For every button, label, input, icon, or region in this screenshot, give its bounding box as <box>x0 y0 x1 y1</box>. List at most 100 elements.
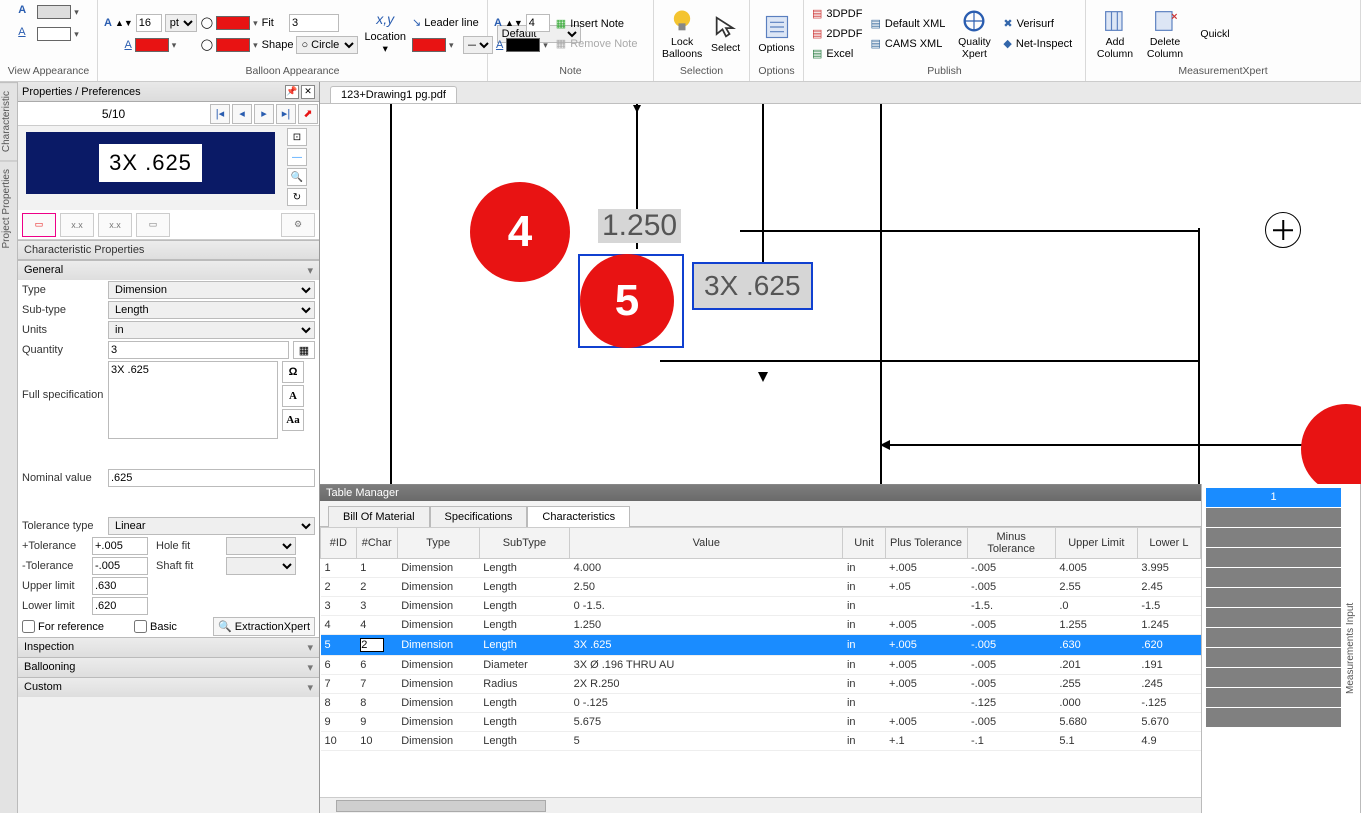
plus-tol-input[interactable] <box>92 537 148 555</box>
zoom-refresh-icon[interactable]: ↻ <box>287 188 307 206</box>
subtype-select[interactable]: Length <box>108 301 315 319</box>
font-aa-button[interactable]: Aa <box>282 409 304 431</box>
table-row[interactable]: 1010DimensionLength5in+.1-.15.14.9 <box>321 732 1201 751</box>
balloon-fill-icon: ◯ <box>201 16 213 29</box>
publish-netinspect[interactable]: ◆Net-Inspect <box>1001 35 1074 53</box>
last-button[interactable]: ▸| <box>276 104 296 124</box>
toltype-select[interactable]: Linear <box>108 517 315 535</box>
balloon-fill[interactable] <box>216 16 250 30</box>
nominal-input[interactable] <box>108 469 315 487</box>
select-button[interactable]: Select <box>708 11 743 57</box>
horizontal-scrollbar[interactable] <box>320 797 1201 813</box>
publish-excel[interactable]: ▤Excel <box>810 45 855 63</box>
publish-2dpdf[interactable]: ▤2DPDF <box>810 25 864 43</box>
font-size-input[interactable] <box>136 14 162 32</box>
note-font-input[interactable] <box>526 14 550 32</box>
publish-verisurf[interactable]: ✖Verisurf <box>1001 15 1056 33</box>
text-color-swatch[interactable] <box>37 5 71 19</box>
font-a-button[interactable]: A <box>282 385 304 407</box>
section-custom[interactable]: Custom <box>18 677 319 697</box>
leader-line-toggle[interactable]: ↘Leader line <box>412 13 479 33</box>
insert-note-button[interactable]: ▦Insert Note <box>554 15 626 33</box>
prev-button[interactable]: ◂ <box>232 104 252 124</box>
table-row[interactable]: 22DimensionLength2.50in+.05-.0052.552.45 <box>321 578 1201 597</box>
group-view-appearance: View Appearance <box>6 65 91 81</box>
fullspec-textarea[interactable] <box>108 361 278 439</box>
publish-3dpdf[interactable]: ▤3DPDF <box>810 5 864 23</box>
section-inspection[interactable]: Inspection <box>18 637 319 657</box>
zoom-slider-icon[interactable]: — <box>287 148 307 166</box>
balloon-5[interactable]: 5 <box>580 254 674 348</box>
quality-xpert-button[interactable]: Quality Xpert <box>951 5 997 62</box>
font-unit-select[interactable]: pt <box>165 14 197 32</box>
ribbon: A A View Appearance A▲▼pt A ◯ ◯ Fit Shap… <box>0 0 1361 82</box>
table-row[interactable]: 77DimensionRadius2X R.250in+.005-.005.25… <box>321 675 1201 694</box>
tab-specifications[interactable]: Specifications <box>430 506 528 527</box>
ocr-mode-1[interactable]: ▭ <box>22 213 56 237</box>
shaftfit-select[interactable] <box>226 557 296 575</box>
delete-column-button[interactable]: Delete Column <box>1142 5 1188 62</box>
goto-button[interactable]: ⬈ <box>298 104 318 124</box>
extraction-xpert-button[interactable]: 🔍ExtractionXpert <box>213 617 315 636</box>
drawing-viewport[interactable]: 1.250 4 5 3X .625 <box>320 104 1361 484</box>
crosshair-icon <box>1265 212 1301 248</box>
dimension-1250: 1.250 <box>598 209 681 243</box>
zoom-find-icon[interactable]: 🔍 <box>287 168 307 186</box>
forref-check[interactable]: For reference <box>22 620 104 633</box>
tab-bom[interactable]: Bill Of Material <box>328 506 430 527</box>
table-row[interactable]: 11DimensionLength4.000in+.005-.0054.0053… <box>321 559 1201 578</box>
balloon-border[interactable] <box>216 38 250 52</box>
upper-limit-input[interactable] <box>92 577 148 595</box>
ocr-mode-4[interactable]: ▭ <box>136 213 170 237</box>
publish-cams-xml[interactable]: ▤CAMS XML <box>868 35 944 53</box>
pin-button[interactable]: 📌 <box>285 85 299 99</box>
char-edit-input[interactable] <box>360 638 384 652</box>
characteristics-grid[interactable]: #ID#CharTypeSubTypeValueUnitPlus Toleran… <box>320 527 1201 797</box>
section-ballooning[interactable]: Ballooning <box>18 657 319 677</box>
lock-balloons-button[interactable]: Lock Balloons <box>660 5 704 62</box>
close-panel-button[interactable]: ✕ <box>301 85 315 99</box>
table-row[interactable]: 88DimensionLength0 -.125in-.125.000-.125 <box>321 694 1201 713</box>
section-general[interactable]: General <box>18 260 319 280</box>
balloon-text-color[interactable] <box>135 38 169 52</box>
fit-input[interactable] <box>289 14 339 32</box>
side-tab-measurements[interactable]: Measurements Input <box>1345 484 1361 813</box>
table-row[interactable]: 44DimensionLength1.250in+.005-.0051.2551… <box>321 616 1201 635</box>
first-button[interactable]: |◂ <box>210 104 230 124</box>
ocr-mode-2[interactable]: x.x <box>60 213 94 237</box>
balloon-4[interactable]: 4 <box>470 182 570 282</box>
minus-tol-input[interactable] <box>92 557 148 575</box>
lower-limit-input[interactable] <box>92 597 148 615</box>
note-color[interactable] <box>506 38 540 52</box>
location-button[interactable]: x,y Location ▾ <box>362 9 408 57</box>
side-tab-characteristic[interactable]: Characteristic <box>0 82 17 160</box>
ocr-mode-3[interactable]: x.x <box>98 213 132 237</box>
holefit-select[interactable] <box>226 537 296 555</box>
leader-color[interactable] <box>412 38 446 52</box>
table-row[interactable]: 66DimensionDiameter3X Ø .196 THRU AUin+.… <box>321 656 1201 675</box>
units-select[interactable]: in <box>108 321 315 339</box>
table-row[interactable]: 99DimensionLength5.675in+.005-.0055.6805… <box>321 713 1201 732</box>
ocr-settings[interactable]: ⚙ <box>281 213 315 237</box>
next-button[interactable]: ▸ <box>254 104 274 124</box>
add-column-button[interactable]: Add Column <box>1092 5 1138 62</box>
side-tab-project[interactable]: Project Properties <box>0 160 17 256</box>
type-select[interactable]: Dimension <box>108 281 315 299</box>
quantity-helper[interactable]: ▦ <box>293 341 315 359</box>
quick-button[interactable]: Quickl <box>1192 25 1238 43</box>
tab-characteristics[interactable]: Characteristics <box>527 506 630 527</box>
underline-swatch[interactable] <box>37 27 71 41</box>
remove-note-button[interactable]: ▦Remove Note <box>554 35 640 53</box>
basic-check[interactable]: Basic <box>134 620 177 633</box>
options-button[interactable]: Options <box>756 11 797 57</box>
zoom-reset-icon[interactable]: ⊡ <box>287 128 307 146</box>
table-row[interactable]: 33DimensionLength0 -1.5.in-1.5..0-1.5 <box>321 597 1201 616</box>
document-tab[interactable]: 123+Drawing1 pg.pdf <box>330 86 457 103</box>
shape-select[interactable]: ○ Circle <box>296 36 358 54</box>
publish-default-xml[interactable]: ▤Default XML <box>868 15 947 33</box>
quantity-input[interactable] <box>108 341 289 359</box>
dimension-3x625[interactable]: 3X .625 <box>692 262 813 310</box>
measurements-grid[interactable]: 1 <box>1202 484 1345 813</box>
table-row[interactable]: 5DimensionLength3X .625in+.005-.005.630.… <box>321 635 1201 656</box>
omega-button[interactable]: Ω <box>282 361 304 383</box>
